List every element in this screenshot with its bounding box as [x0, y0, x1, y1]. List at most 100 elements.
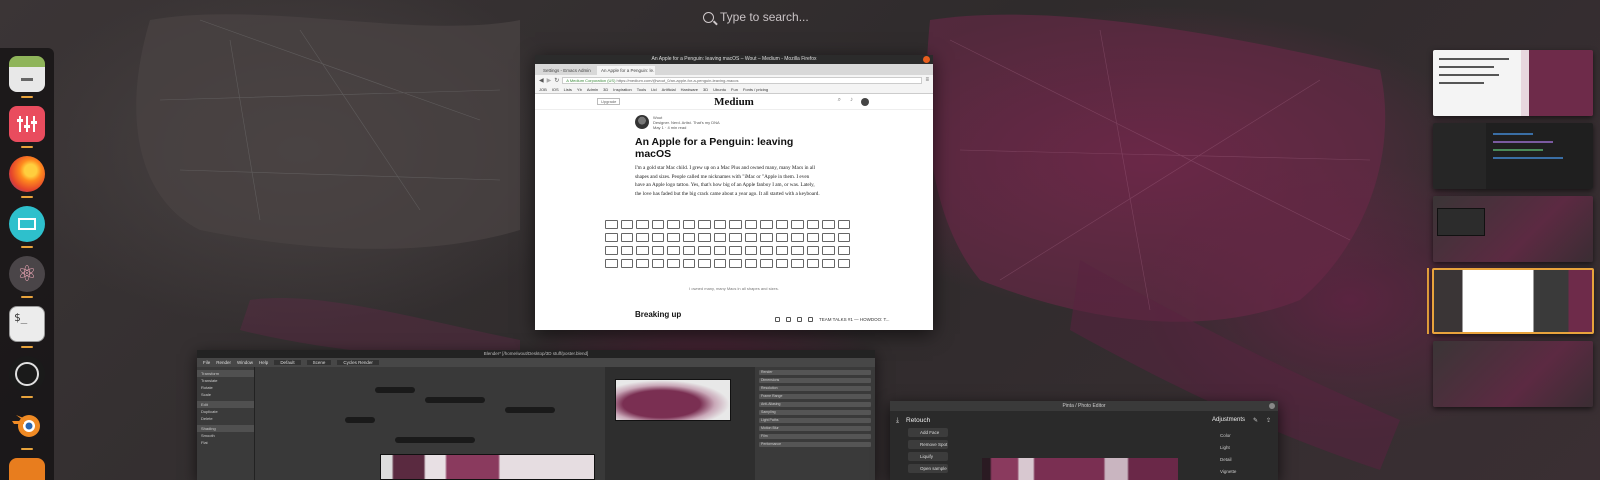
bell-icon[interactable]: ♪ — [850, 97, 853, 103]
tab-medium-article[interactable]: An Apple for a Penguin: le… — [597, 66, 655, 75]
3d-viewport[interactable] — [255, 367, 605, 480]
running-indicator — [21, 96, 33, 98]
bookmark[interactable]: Lists — [564, 87, 572, 92]
photo-canvas[interactable] — [982, 458, 1178, 480]
menu-window[interactable]: Window — [237, 360, 253, 365]
url-text: https://medium.com/@wout_0/an-apple-for-… — [616, 77, 739, 83]
bookmark[interactable]: Fonts / pricing — [743, 87, 768, 92]
prop-motion-blur[interactable]: Motion Blur — [759, 426, 871, 431]
firefox-icon[interactable] — [9, 156, 45, 192]
bookmark[interactable]: Artificial — [662, 87, 676, 92]
tool-section[interactable]: Edit — [197, 401, 254, 408]
tool-section[interactable]: Shading — [197, 425, 254, 432]
bookmark[interactable]: Tools — [637, 87, 646, 92]
clap-icon[interactable] — [786, 317, 791, 322]
menu-icon[interactable]: ≡ — [925, 77, 929, 83]
share-icon[interactable]: ⇪ — [1266, 417, 1271, 424]
render-preview[interactable] — [605, 367, 755, 480]
bookmark[interactable]: Ubuntu — [713, 87, 726, 92]
tool-button[interactable]: Duplicate — [197, 408, 254, 415]
comment-icon[interactable] — [775, 317, 780, 322]
adjust-light[interactable]: Light — [1220, 445, 1230, 450]
terminal-icon[interactable]: $_ — [9, 306, 45, 342]
avatar[interactable] — [861, 98, 869, 106]
prop-dimensions[interactable]: Dimensions — [759, 378, 871, 383]
search-icon[interactable]: ⌕ — [838, 97, 841, 104]
menu-help[interactable]: Help — [259, 360, 268, 365]
running-indicator — [21, 396, 33, 398]
menu-file[interactable]: File — [203, 360, 210, 365]
forward-icon[interactable]: ▶ — [547, 77, 552, 84]
search-field[interactable]: Type to search... — [703, 8, 843, 26]
layout-select[interactable]: Default — [274, 360, 301, 365]
bookmark[interactable]: 3D — [703, 87, 708, 92]
tool-button[interactable]: Delete — [197, 415, 254, 422]
workspace-1[interactable] — [1433, 50, 1593, 116]
scene-select[interactable]: Scene — [306, 360, 332, 365]
bookmark-icon[interactable] — [808, 317, 813, 322]
bookmark[interactable]: Inspiration — [613, 87, 631, 92]
bookmark[interactable]: Fun — [731, 87, 738, 92]
tool-button[interactable]: Scale — [197, 391, 254, 398]
reload-icon[interactable]: ↻ — [554, 77, 559, 84]
adjust-detail[interactable]: Detail — [1220, 457, 1232, 462]
prop-film[interactable]: Film — [759, 434, 871, 439]
prop-render[interactable]: Render — [759, 370, 871, 375]
upgrade-button[interactable]: Upgrade — [597, 98, 621, 105]
prop-sampling[interactable]: Sampling — [759, 410, 871, 415]
adjust-color[interactable]: Color — [1220, 433, 1231, 438]
bookmark[interactable]: Hardware — [681, 87, 698, 92]
bookmark[interactable]: IOS — [552, 87, 559, 92]
bookmark[interactable]: JOB — [539, 87, 547, 92]
share-icon[interactable] — [797, 317, 802, 322]
bookmark[interactable]: Yb — [577, 87, 582, 92]
window-titlebar[interactable]: An Apple for a Penguin: leaving macOS – … — [535, 55, 933, 64]
remove-spot-button[interactable]: Remove Spot — [908, 440, 948, 449]
blender-window[interactable]: Blender* [/home/wout/Desktop/3D stuff/po… — [197, 350, 875, 480]
open-sample-button[interactable]: Open sample — [908, 464, 948, 473]
prop-frame-range[interactable]: Frame Range — [759, 394, 871, 399]
edit-icon[interactable]: ✎ — [1253, 417, 1258, 424]
workspace-4[interactable] — [1432, 268, 1594, 334]
export-icon[interactable]: ⤓ — [896, 417, 899, 425]
mail-icon[interactable] — [9, 206, 45, 242]
prop-performance[interactable]: Performance — [759, 442, 871, 447]
blender-icon[interactable] — [9, 406, 45, 442]
window-titlebar[interactable]: Pinta / Photo Editor — [890, 401, 1278, 411]
menu-render[interactable]: Render — [216, 360, 231, 365]
tool-button[interactable]: Flat — [197, 439, 254, 446]
workspace-2[interactable] — [1433, 123, 1593, 189]
close-icon[interactable] — [1269, 403, 1275, 409]
url-bar[interactable]: A Medium Corporation (US) https://medium… — [562, 76, 923, 84]
tool-button[interactable]: Smooth — [197, 432, 254, 439]
author-block: Wout Designer. Nerd. Artist. That's my D… — [635, 115, 820, 130]
bookmark[interactable]: 3D — [603, 87, 608, 92]
bookmark[interactable]: Ltd — [651, 87, 657, 92]
workspace-5[interactable] — [1433, 341, 1593, 407]
tool-button[interactable]: Rotate — [197, 384, 254, 391]
app-icon[interactable] — [9, 458, 45, 480]
tool-section[interactable]: Transform — [197, 370, 254, 377]
close-icon[interactable] — [923, 56, 930, 63]
firefox-window[interactable]: An Apple for a Penguin: leaving macOS – … — [535, 55, 933, 330]
atom-icon[interactable]: ⚛ — [9, 256, 45, 292]
tab-settings[interactable]: Settings - Emacs Admin — [539, 66, 597, 75]
files-icon[interactable] — [9, 56, 45, 92]
photo-editor-window[interactable]: Pinta / Photo Editor ⤓ Retouch Add Face … — [890, 401, 1278, 480]
back-icon[interactable]: ◀ — [539, 77, 544, 84]
workspace-3[interactable] — [1433, 196, 1593, 262]
liquify-button[interactable]: Liquify — [908, 452, 948, 461]
tool-button[interactable]: Translate — [197, 377, 254, 384]
next-story-label[interactable]: TEAM TALKS #1 — HOWDOO: T... — [819, 317, 890, 322]
circle-app-icon[interactable] — [9, 356, 45, 392]
engine-select[interactable]: Cycles Render — [337, 360, 379, 365]
medium-logo[interactable]: Medium — [714, 96, 754, 108]
mixer-icon[interactable] — [9, 106, 45, 142]
prop-resolution[interactable]: Resolution — [759, 386, 871, 391]
prop-anti-aliasing[interactable]: Anti-Aliasing — [759, 402, 871, 407]
prop-light-paths[interactable]: Light Paths — [759, 418, 871, 423]
add-face-button[interactable]: Add Face — [908, 428, 948, 437]
author-avatar[interactable] — [635, 115, 649, 129]
adjust-vignette[interactable]: Vignette — [1220, 469, 1236, 474]
bookmark[interactable]: Admin — [587, 87, 598, 92]
